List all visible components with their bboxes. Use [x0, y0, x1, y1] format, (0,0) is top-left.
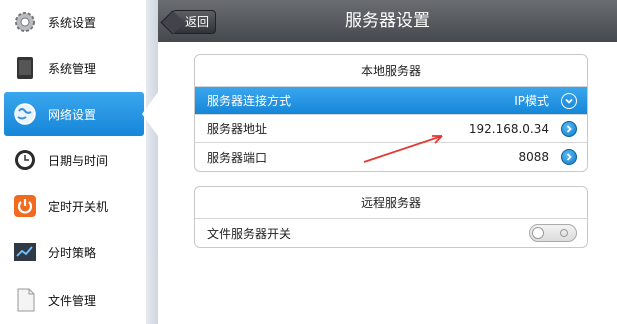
server-address-value: 192.168.0.34: [468, 121, 549, 136]
file-server-switch-row: 文件服务器开关: [195, 219, 587, 247]
globe-icon: [10, 99, 40, 129]
sidebar-item-label: 文件管理: [48, 293, 97, 308]
sidebar-item-system-management[interactable]: 系统管理: [4, 46, 144, 90]
chevron-down-icon[interactable]: [561, 92, 577, 109]
toggle-knob: [532, 227, 544, 239]
document-icon: [10, 285, 40, 315]
chevron-right-icon[interactable]: [561, 149, 577, 165]
tablet-icon: [10, 53, 40, 83]
sidebar-item-time-strategy[interactable]: 分时策略: [4, 230, 144, 274]
power-icon: [10, 191, 40, 221]
chevron-right-icon[interactable]: [561, 120, 577, 137]
annotation-arrow: [363, 135, 443, 163]
clock-icon: [10, 145, 40, 175]
sidebar-divider: [146, 0, 158, 324]
sidebar-item-scheduled-power[interactable]: 定时开关机: [4, 184, 144, 228]
sidebar-item-label: 网络设置: [48, 107, 97, 122]
file-server-toggle[interactable]: [529, 224, 577, 242]
sidebar-item-file-management[interactable]: 文件管理: [4, 278, 144, 322]
page-title: 服务器设置: [345, 11, 430, 31]
sidebar-item-label: 定时开关机: [48, 199, 109, 214]
sidebar-item-network-settings[interactable]: 网络设置: [4, 92, 144, 136]
sidebar-item-label: 系统设置: [48, 15, 97, 30]
sidebar-item-system-settings[interactable]: 系统设置: [4, 0, 144, 44]
title-bar: 返回 服务器设置: [158, 0, 617, 42]
sidebar: 系统设置 系统管理 网络设置 日期与时间 定时开关机 分时策略 文件管理: [0, 0, 158, 324]
sidebar-item-label: 日期与时间: [48, 153, 109, 168]
file-server-switch-label: 文件服务器开关: [207, 226, 292, 241]
sidebar-item-label: 系统管理: [48, 61, 97, 76]
toggle-off-indicator: [560, 229, 568, 237]
connection-mode-value: IP模式: [514, 94, 549, 108]
sidebar-item-date-time[interactable]: 日期与时间: [4, 138, 144, 182]
server-port-value: 8088: [518, 150, 549, 164]
remote-server-heading: 远程服务器: [195, 187, 587, 219]
connection-mode-row[interactable]: 服务器连接方式 IP模式: [195, 87, 587, 115]
active-indicator: [142, 92, 158, 136]
sidebar-item-label: 分时策略: [48, 245, 97, 260]
connection-mode-label: 服务器连接方式: [207, 94, 292, 108]
chart-icon: [10, 237, 40, 267]
gear-icon: [10, 7, 40, 37]
local-server-heading: 本地服务器: [195, 55, 587, 87]
remote-server-panel: 远程服务器 文件服务器开关: [194, 186, 588, 248]
